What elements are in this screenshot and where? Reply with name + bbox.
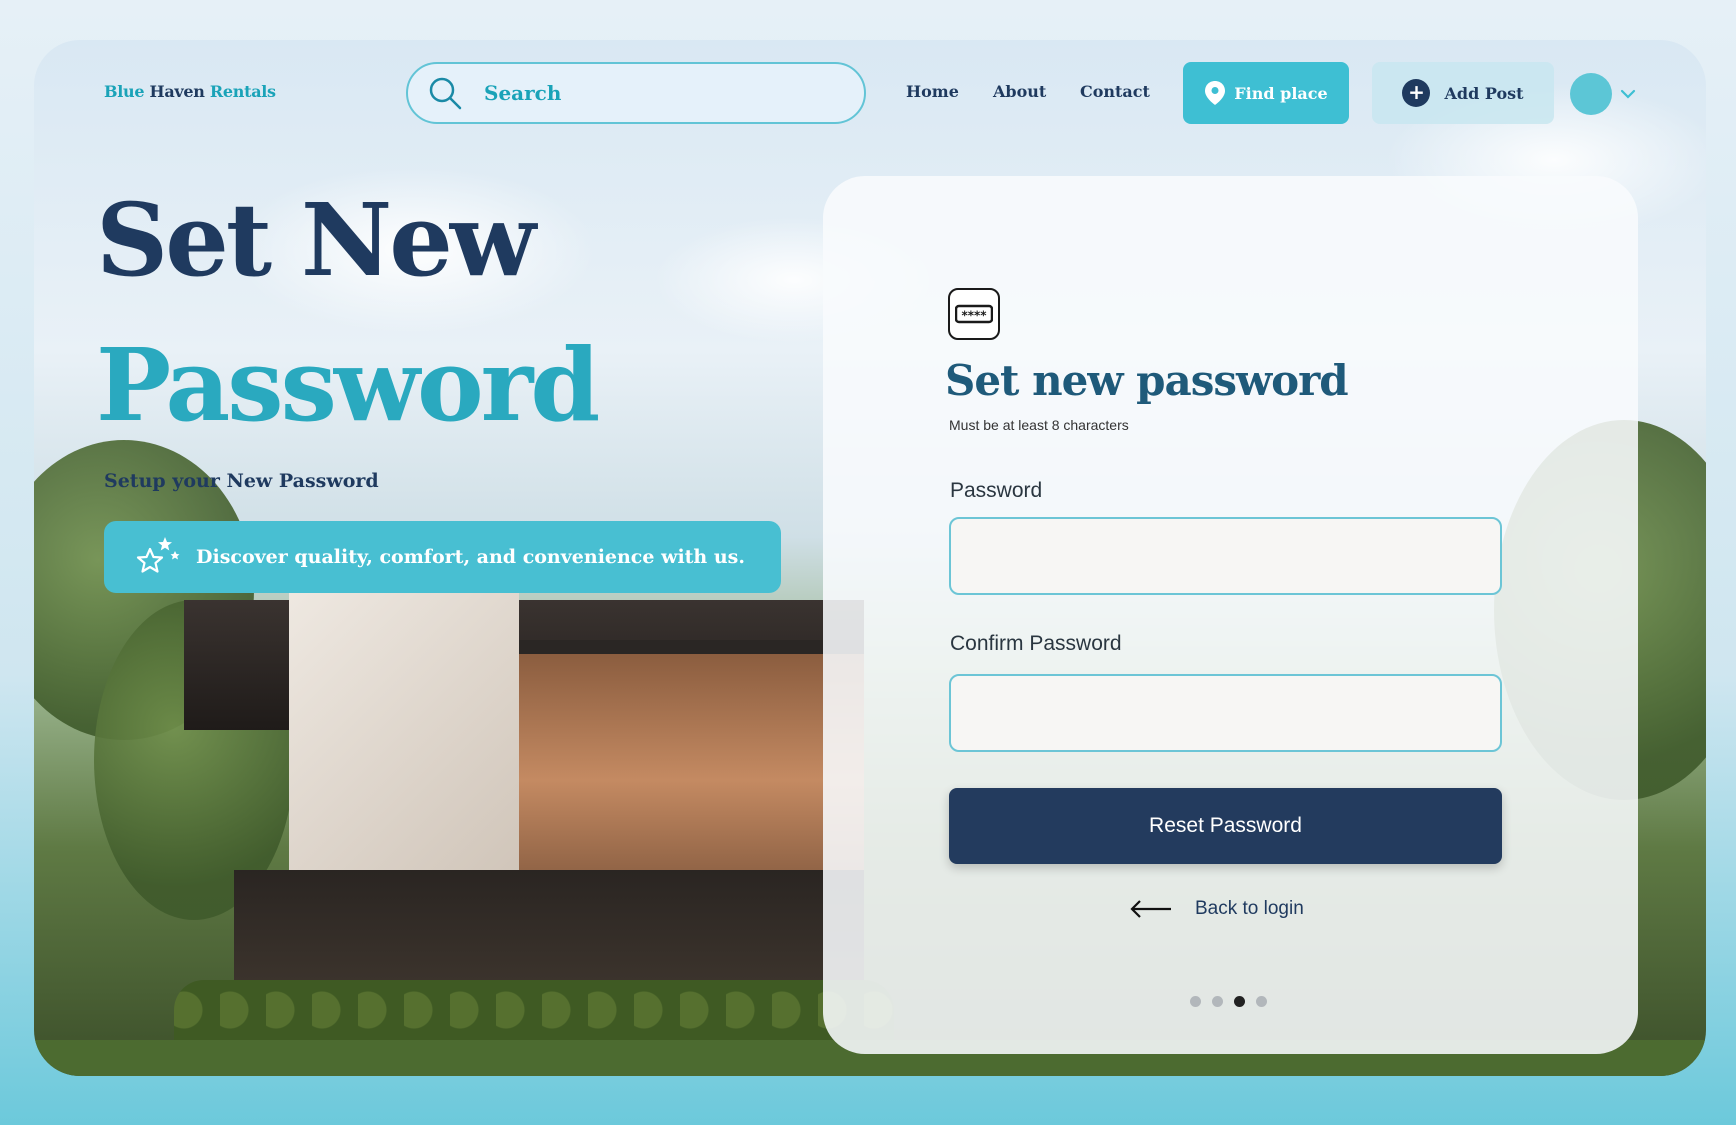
confirm-password-field[interactable] <box>949 674 1502 752</box>
brand-part: Rentals <box>209 82 276 101</box>
chevron-down-icon[interactable] <box>1618 84 1638 104</box>
hero-title-line1: Set New <box>96 181 536 299</box>
map-pin-icon <box>1205 81 1226 105</box>
nav-home[interactable]: Home <box>906 82 959 101</box>
hero-title-line2: Password <box>96 326 600 444</box>
search-input[interactable] <box>484 81 824 105</box>
password-icon: **** <box>948 288 1000 340</box>
card-title: Set new password <box>945 356 1349 405</box>
find-place-label: Find place <box>1234 83 1328 103</box>
hero-subtitle: Setup your New Password <box>104 470 379 492</box>
pagination-dots <box>1190 996 1267 1007</box>
pagination-dot[interactable] <box>1212 996 1223 1007</box>
nav-contact[interactable]: Contact <box>1080 82 1150 101</box>
arrow-left-icon <box>1130 900 1171 918</box>
pagination-dot[interactable] <box>1234 996 1245 1007</box>
back-to-login-label: Back to login <box>1195 898 1304 919</box>
stars-icon <box>136 537 180 573</box>
password-field[interactable] <box>949 517 1502 595</box>
find-place-button[interactable]: Find place <box>1183 62 1349 124</box>
search-icon <box>429 77 462 110</box>
card-subtitle: Must be at least 8 characters <box>949 417 1129 433</box>
add-post-label: Add Post <box>1444 83 1524 103</box>
brand-part: Haven <box>149 82 205 101</box>
promo-banner: Discover quality, comfort, and convenien… <box>104 521 781 593</box>
avatar[interactable] <box>1570 73 1612 115</box>
add-post-button[interactable]: + Add Post <box>1372 62 1554 124</box>
pagination-dot[interactable] <box>1256 996 1267 1007</box>
password-label: Password <box>950 479 1043 502</box>
brand-part: Blue <box>104 82 145 101</box>
reset-password-button[interactable]: Reset Password <box>949 788 1502 864</box>
svg-text:****: **** <box>961 309 987 323</box>
nav-about[interactable]: About <box>993 82 1046 101</box>
back-to-login-link[interactable]: Back to login <box>1129 898 1304 920</box>
confirm-password-label: Confirm Password <box>950 632 1122 655</box>
house-ground-floor <box>234 870 864 980</box>
house-marble-wall <box>289 580 519 890</box>
search-bar[interactable] <box>406 62 866 124</box>
promo-banner-text: Discover quality, comfort, and convenien… <box>196 546 745 568</box>
plus-circle-icon: + <box>1402 79 1431 107</box>
brand-logo[interactable]: Blue Haven Rentals <box>104 82 276 101</box>
pagination-dot[interactable] <box>1190 996 1201 1007</box>
reset-password-card: **** Set new password Must be at least 8… <box>823 176 1638 1054</box>
